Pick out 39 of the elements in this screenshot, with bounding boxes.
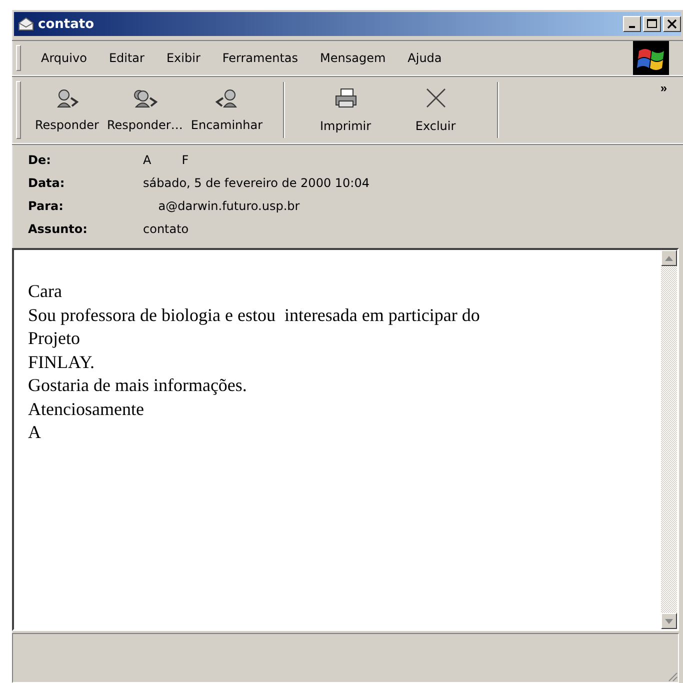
- message-line: Sou professora de biologia e estou interesada em participar do: [28, 304, 481, 327]
- message-line: FINLAY.: [28, 350, 96, 374]
- people-arrow-icon: [132, 88, 158, 108]
- message-line: Cara: [28, 280, 63, 303]
- windows-logo-icon: [633, 41, 669, 75]
- toolbar-button[interactable]: Responder…: [102, 88, 187, 132]
- up-arrow-icon: [665, 256, 673, 260]
- header-label: Data:: [28, 176, 66, 190]
- header-value: contato: [143, 222, 189, 236]
- header-value: a@darwin.futuro.usp.br: [157, 199, 300, 213]
- more-button[interactable]: »: [660, 81, 667, 95]
- header-label: Para:: [28, 199, 64, 213]
- envelope-icon: [18, 17, 34, 31]
- message-line: Gostaria de mais informações.: [28, 374, 248, 397]
- header-value: A F: [143, 153, 189, 167]
- header-label: De:: [28, 153, 52, 167]
- message-line: Projeto: [28, 327, 81, 350]
- close-button[interactable]: [663, 16, 681, 32]
- scroll-up-button[interactable]: [661, 250, 677, 266]
- maximize-icon: [647, 19, 657, 29]
- minimize-icon: [629, 26, 635, 28]
- down-arrow-icon: [665, 618, 673, 624]
- minimize-button[interactable]: [623, 16, 641, 32]
- x-icon: [424, 87, 448, 109]
- window-title: contato: [38, 16, 94, 32]
- toolbar-button[interactable]: Responder: [31, 88, 103, 132]
- person-arrow-icon: [214, 88, 239, 108]
- toolbar-button[interactable]: Excluir: [390, 87, 481, 133]
- header-value: sábado, 5 de fevereiro de 2000 10:04: [143, 176, 370, 190]
- message-line: A: [28, 421, 42, 444]
- person-arrow-icon: [54, 88, 79, 108]
- toolbar-button[interactable]: Imprimir: [300, 87, 391, 133]
- header-label: Assunto:: [28, 222, 88, 236]
- maximize-button[interactable]: [643, 16, 661, 32]
- message-line: Atenciosamente: [28, 398, 145, 420]
- printer-icon: [334, 87, 358, 109]
- toolbar-button[interactable]: Encaminhar: [186, 88, 267, 132]
- close-icon: [667, 19, 677, 29]
- scroll-down-button[interactable]: [661, 613, 677, 629]
